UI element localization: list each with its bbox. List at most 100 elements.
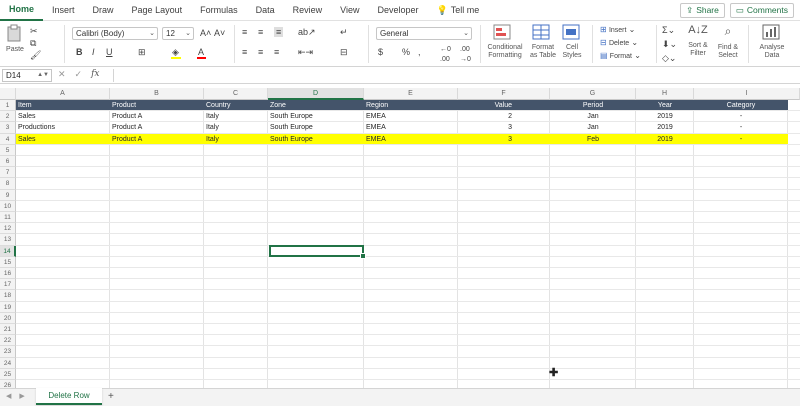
- tell-me-search[interactable]: 💡 Tell me: [428, 0, 489, 21]
- table-cell[interactable]: 2019: [636, 122, 694, 133]
- table-cell[interactable]: Sales: [16, 134, 110, 145]
- share-button[interactable]: ⇪ Share: [680, 3, 725, 18]
- row-header-9[interactable]: 9: [0, 189, 16, 201]
- copy-icon[interactable]: ⧉: [30, 38, 36, 48]
- cancel-icon[interactable]: ✕: [58, 69, 66, 80]
- align-left-icon[interactable]: ≡: [242, 47, 247, 57]
- table-cell[interactable]: Region: [364, 100, 458, 111]
- table-cell[interactable]: 2019: [636, 134, 694, 145]
- table-cell[interactable]: Country: [204, 100, 268, 111]
- format-painter-icon[interactable]: 🖌: [30, 50, 41, 60]
- table-cell[interactable]: South Europe: [268, 111, 364, 122]
- row-header-19[interactable]: 19: [0, 301, 16, 313]
- orientation-icon[interactable]: ab↗: [298, 27, 316, 37]
- confirm-icon[interactable]: ✓: [75, 69, 83, 80]
- row-header-18[interactable]: 18: [0, 290, 16, 302]
- align-middle-icon[interactable]: ≡: [258, 27, 263, 37]
- row-header-25[interactable]: 25: [0, 368, 16, 380]
- insert-function-icon[interactable]: fx: [91, 69, 99, 80]
- row-header-3[interactable]: 3: [0, 122, 16, 134]
- align-bottom-icon[interactable]: ≡: [274, 27, 284, 37]
- add-sheet-button[interactable]: +: [108, 391, 114, 402]
- percent-icon[interactable]: %: [402, 47, 410, 57]
- table-cell[interactable]: Year: [636, 100, 694, 111]
- decrease-font-icon[interactable]: A˅: [214, 28, 225, 38]
- row-header-17[interactable]: 17: [0, 279, 16, 291]
- table-cell[interactable]: Product A: [110, 122, 204, 133]
- table-cell[interactable]: Jan: [550, 111, 636, 122]
- borders-icon[interactable]: ⊞: [138, 47, 146, 57]
- tab-data[interactable]: Data: [247, 0, 284, 21]
- increase-font-icon[interactable]: A˄: [200, 28, 211, 38]
- column-header-d[interactable]: D: [268, 88, 364, 100]
- row-header-11[interactable]: 11: [0, 212, 16, 224]
- row-header-23[interactable]: 23: [0, 346, 16, 358]
- active-cell-selection[interactable]: [269, 244, 366, 260]
- column-header-e[interactable]: E: [364, 88, 458, 100]
- fill-color-icon[interactable]: ◈: [172, 47, 179, 57]
- table-cell[interactable]: 2: [458, 111, 550, 122]
- decrease-decimal-icon[interactable]: .00 →0: [460, 45, 471, 65]
- table-cell[interactable]: 2019: [636, 111, 694, 122]
- font-name-dropdown[interactable]: Calibri (Body) ⌄: [72, 27, 158, 40]
- row-header-15[interactable]: 15: [0, 256, 16, 268]
- row-header-21[interactable]: 21: [0, 324, 16, 336]
- row-header-22[interactable]: 22: [0, 335, 16, 347]
- table-cell[interactable]: 3: [458, 134, 550, 145]
- insert-cells-button[interactable]: ⊞ Insert ⌄: [600, 25, 635, 36]
- tab-page-layout[interactable]: Page Layout: [123, 0, 192, 21]
- underline-button[interactable]: U: [106, 47, 113, 57]
- tab-developer[interactable]: Developer: [369, 0, 428, 21]
- column-header-f[interactable]: F: [458, 88, 550, 100]
- italic-button[interactable]: I: [92, 47, 95, 57]
- prev-sheet-icon[interactable]: ◀: [6, 392, 11, 400]
- table-cell[interactable]: Item: [16, 100, 110, 111]
- column-header-a[interactable]: A: [16, 88, 110, 100]
- table-cell[interactable]: Product A: [110, 111, 204, 122]
- clear-icon[interactable]: ◇⌄: [662, 53, 676, 63]
- row-header-2[interactable]: 2: [0, 111, 16, 123]
- autosum-icon[interactable]: Σ⌄: [662, 25, 675, 35]
- table-cell[interactable]: Category: [694, 100, 788, 111]
- font-size-dropdown[interactable]: 12 ⌄: [162, 27, 194, 40]
- column-header-g[interactable]: G: [550, 88, 636, 100]
- table-cell[interactable]: Italy: [204, 111, 268, 122]
- bold-button[interactable]: B: [76, 47, 83, 57]
- row-header-1[interactable]: 1: [0, 100, 16, 112]
- number-format-dropdown[interactable]: General ⌄: [376, 27, 472, 40]
- row-header-16[interactable]: 16: [0, 268, 16, 280]
- table-cell[interactable]: Feb: [550, 134, 636, 145]
- font-color-icon[interactable]: A: [198, 47, 204, 57]
- comments-button[interactable]: ▭ Comments: [729, 3, 794, 18]
- analyse-data-button[interactable]: Analyse Data: [754, 24, 790, 64]
- table-cell[interactable]: -: [694, 111, 788, 122]
- name-box[interactable]: D14 ▲▼: [2, 69, 52, 82]
- wrap-text-icon[interactable]: ↵: [340, 27, 348, 37]
- table-cell[interactable]: Product: [110, 100, 204, 111]
- table-cell[interactable]: Productions: [16, 122, 110, 133]
- currency-icon[interactable]: $: [378, 47, 383, 57]
- conditional-formatting-button[interactable]: Conditional Formatting: [485, 24, 525, 64]
- comma-icon[interactable]: ,: [418, 47, 421, 57]
- indent-icon[interactable]: ⇤⇥: [298, 47, 313, 57]
- row-header-4[interactable]: 4: [0, 133, 16, 145]
- tab-draw[interactable]: Draw: [84, 0, 123, 21]
- format-cells-button[interactable]: ▤ Format ⌄: [600, 51, 641, 62]
- tab-view[interactable]: View: [331, 0, 368, 21]
- table-cell[interactable]: Value: [458, 100, 550, 111]
- sort-filter-button[interactable]: A↓Z Sort & Filter: [684, 24, 712, 64]
- select-all-corner[interactable]: [0, 88, 16, 100]
- cell-styles-button[interactable]: Cell Styles: [560, 24, 584, 64]
- table-cell[interactable]: Italy: [204, 134, 268, 145]
- table-cell[interactable]: EMEA: [364, 134, 458, 145]
- table-cell[interactable]: EMEA: [364, 111, 458, 122]
- cut-icon[interactable]: ✂: [30, 26, 38, 36]
- column-header-h[interactable]: H: [636, 88, 694, 100]
- paste-button[interactable]: Paste: [6, 24, 24, 54]
- table-cell[interactable]: -: [694, 134, 788, 145]
- tab-insert[interactable]: Insert: [43, 0, 84, 21]
- row-header-12[interactable]: 12: [0, 223, 16, 235]
- row-header-13[interactable]: 13: [0, 234, 16, 246]
- table-cell[interactable]: Sales: [16, 111, 110, 122]
- row-header-14[interactable]: 14: [0, 245, 16, 257]
